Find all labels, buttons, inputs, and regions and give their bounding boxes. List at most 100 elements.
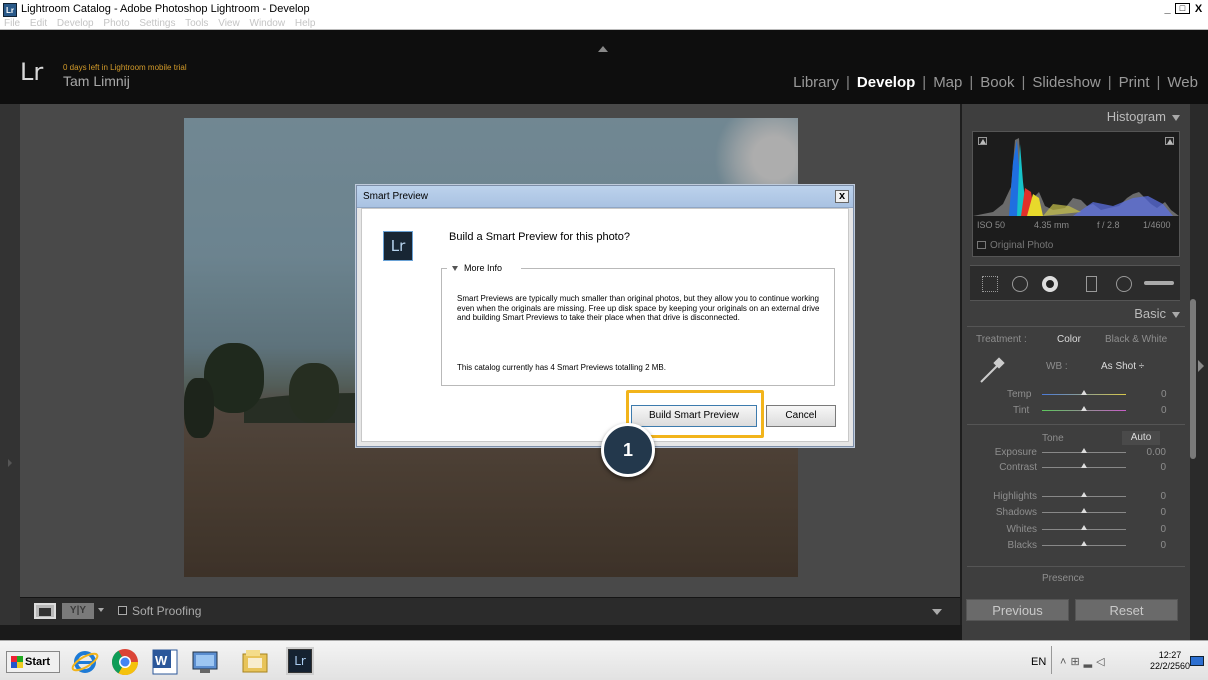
original-photo-label: Original Photo [990, 240, 1054, 251]
basic-panel-header[interactable]: Basic [962, 303, 1190, 325]
temp-label: Temp [1007, 389, 1032, 400]
smart-preview-info-text: Smart Previews are typically much smalle… [457, 294, 820, 322]
lightroom-icon: Lr [383, 231, 413, 261]
system-tray-icons[interactable]: ˄⊞▂◁ [1060, 655, 1109, 668]
smart-preview-count: This catalog currently has 4 Smart Previ… [457, 363, 666, 372]
trial-notice[interactable]: 0 days left in Lightroom mobile trial [63, 63, 187, 72]
previous-button[interactable]: Previous [966, 599, 1069, 621]
chrome-icon[interactable] [110, 647, 140, 677]
slider-knob[interactable] [1081, 541, 1087, 546]
volume-icon[interactable]: ◁ [1096, 656, 1108, 668]
collapse-triangle-icon[interactable] [1172, 311, 1180, 318]
tint-slider-knob[interactable] [1081, 406, 1087, 411]
internet-explorer-icon[interactable] [70, 647, 100, 677]
original-photo-checkbox[interactable] [977, 241, 986, 250]
user-name[interactable]: Tam Limnij [63, 73, 130, 89]
adjustment-brush-icon[interactable] [1144, 281, 1174, 285]
slider-value[interactable]: 0.00 [1147, 447, 1166, 458]
slider-value[interactable]: 0 [1160, 524, 1166, 535]
module-web[interactable]: Web [1167, 74, 1198, 91]
cancel-button[interactable]: Cancel [766, 405, 836, 427]
remote-desktop-icon[interactable] [190, 647, 220, 677]
temp-slider-knob[interactable] [1081, 390, 1087, 395]
exif-focal: 4.35 mm [1034, 220, 1070, 230]
menu-view[interactable]: View [218, 18, 240, 29]
lightroom-app-icon: Lr [3, 3, 17, 17]
menu-settings[interactable]: Settings [139, 18, 175, 29]
spot-removal-tool-icon[interactable] [1012, 276, 1028, 292]
word-icon[interactable]: W [150, 647, 180, 677]
network-icon[interactable]: ⊞ [1070, 656, 1083, 668]
menu-bar: File Edit Develop Photo Settings Tools V… [4, 18, 322, 29]
slider-knob[interactable] [1081, 525, 1087, 530]
tint-value[interactable]: 0 [1161, 405, 1167, 416]
tray-chevron-icon[interactable]: ˄ [1060, 656, 1070, 668]
graduated-filter-icon[interactable] [1086, 276, 1097, 292]
crop-tool-icon[interactable] [982, 276, 998, 292]
menu-tools[interactable]: Tools [185, 18, 208, 29]
shadow-clipping-icon[interactable] [978, 137, 987, 145]
signal-icon[interactable]: ▂ [1084, 656, 1096, 668]
slider-value[interactable]: 0 [1160, 462, 1166, 473]
collapse-triangle-icon[interactable] [1172, 114, 1180, 121]
more-info-toggle[interactable]: More Info [449, 263, 506, 273]
slider-value[interactable]: 0 [1160, 491, 1166, 502]
system-clock[interactable]: 12:27 22/2/2560 [1150, 650, 1190, 672]
chevron-down-icon[interactable] [98, 608, 104, 612]
before-after-view-icon[interactable]: Y|Y [62, 603, 94, 619]
file-explorer-icon[interactable] [240, 647, 270, 677]
left-panel-edge[interactable] [0, 104, 20, 640]
module-map[interactable]: Map [933, 74, 962, 91]
loupe-view-icon[interactable] [34, 603, 56, 619]
histogram[interactable]: ISO 50 4.35 mm f / 2.8 1/4600 Original P… [972, 131, 1180, 257]
highlight-clipping-icon[interactable] [1165, 137, 1174, 145]
treatment-bw-option[interactable]: Black & White [1105, 334, 1167, 345]
menu-window[interactable]: Window [250, 18, 286, 29]
slider-value[interactable]: 0 [1160, 507, 1166, 518]
radial-filter-icon[interactable] [1116, 276, 1132, 292]
slider-value[interactable]: 0 [1160, 540, 1166, 551]
red-eye-tool-icon[interactable] [1042, 276, 1058, 292]
histogram-header[interactable]: Histogram [962, 106, 1190, 128]
show-desktop-button[interactable] [1190, 656, 1204, 666]
dialog-close-button[interactable]: x [835, 190, 849, 203]
right-panel-edge[interactable] [1196, 104, 1208, 640]
toolbar-content-dropdown-icon[interactable] [932, 609, 942, 615]
module-header: Lr 0 days left in Lightroom mobile trial… [0, 42, 1208, 104]
module-print[interactable]: Print [1119, 74, 1150, 91]
reset-button[interactable]: Reset [1075, 599, 1178, 621]
start-button[interactable]: Start [6, 651, 60, 673]
wb-dropdown[interactable]: As Shot ÷ [1101, 361, 1144, 372]
original-photo-toggle[interactable]: Original Photo [977, 240, 1053, 251]
menu-develop[interactable]: Develop [57, 18, 94, 29]
disclosure-triangle-icon[interactable] [452, 266, 458, 272]
module-library[interactable]: Library [793, 74, 839, 91]
windows-flag-icon [11, 656, 23, 668]
lightroom-taskbar-icon[interactable]: Lr [288, 649, 312, 673]
slider-knob[interactable] [1081, 492, 1087, 497]
menu-edit[interactable]: Edit [30, 18, 47, 29]
maximize-button[interactable]: □ [1175, 3, 1190, 14]
module-book[interactable]: Book [980, 74, 1014, 91]
temp-value[interactable]: 0 [1161, 389, 1167, 400]
collapse-right-panel-icon[interactable] [1198, 360, 1204, 372]
language-indicator[interactable]: EN [1031, 656, 1046, 668]
expand-left-panel-icon[interactable] [8, 459, 12, 467]
menu-file[interactable]: File [4, 18, 20, 29]
dialog-title-bar[interactable] [357, 186, 853, 208]
soft-proofing-checkbox[interactable] [118, 606, 127, 615]
slider-knob[interactable] [1081, 463, 1087, 468]
close-window-button[interactable]: X [1191, 3, 1206, 16]
auto-tone-button[interactable]: Auto [1122, 431, 1160, 445]
collapse-top-panel-icon[interactable] [598, 46, 608, 52]
histogram-title: Histogram [1106, 109, 1166, 124]
slider-knob[interactable] [1081, 448, 1087, 453]
menu-help[interactable]: Help [295, 18, 316, 29]
slider-knob[interactable] [1081, 508, 1087, 513]
menu-photo[interactable]: Photo [103, 18, 129, 29]
module-slideshow[interactable]: Slideshow [1032, 74, 1100, 91]
white-balance-eyedropper-icon[interactable] [976, 356, 1006, 386]
treatment-color-option[interactable]: Color [1057, 334, 1081, 345]
module-develop[interactable]: Develop [857, 74, 915, 91]
minimize-button[interactable]: _ [1160, 3, 1175, 16]
